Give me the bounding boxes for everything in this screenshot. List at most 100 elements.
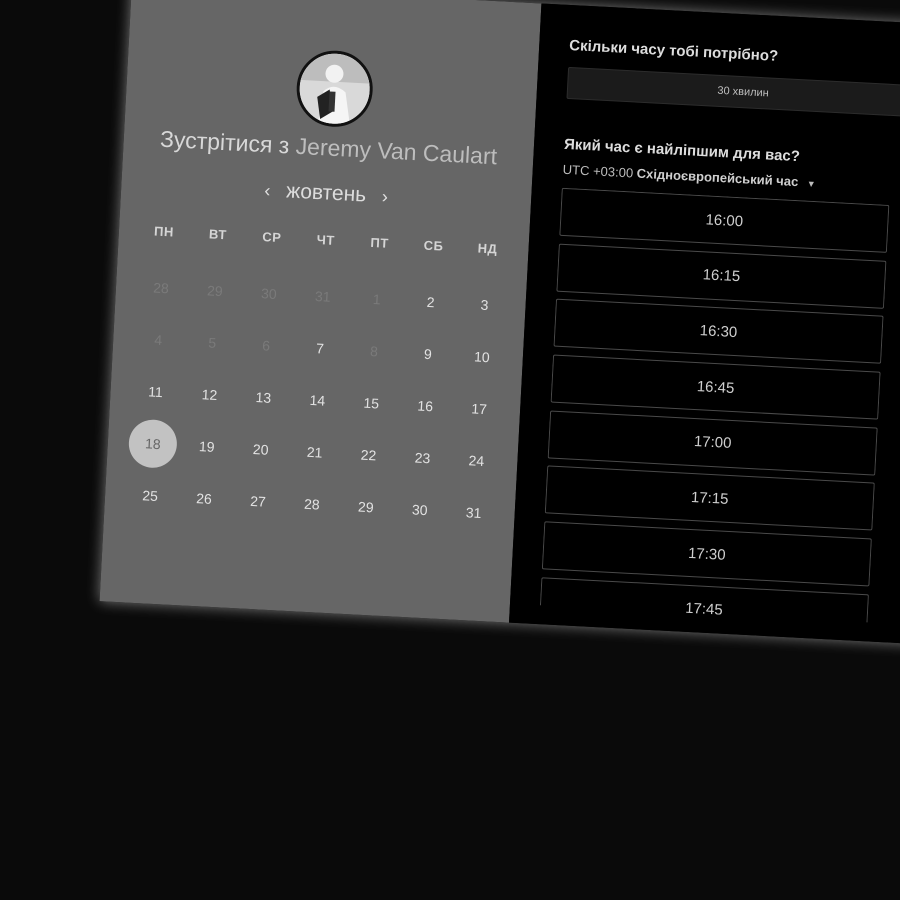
chevron-right-icon[interactable]: › <box>371 186 398 208</box>
timezone-name: Східноєвропейський час <box>636 165 799 190</box>
calendar-day-label: 29 <box>206 282 224 300</box>
calendar-day-label: 28 <box>303 495 321 513</box>
weekday-label: ПТ <box>370 234 390 251</box>
calendar-day-label: 18 <box>127 418 179 469</box>
calendar-day-label: 31 <box>465 504 482 522</box>
calendar-day[interactable]: 31 <box>445 485 502 540</box>
calendar-day-label: 24 <box>468 452 485 470</box>
calendar-day-label: 14 <box>309 391 326 409</box>
calendar-days-grid: 28 29 30 31 1 2 3 4 5 6 7 8 9 10 11 12 13 14 15 16 17 18 19 20 2… <box>122 261 513 540</box>
calendar-day-label: 30 <box>411 501 428 519</box>
calendar-day-label: 31 <box>314 288 331 305</box>
calendar-day-label: 19 <box>198 438 215 455</box>
calendar-day-label: 5 <box>207 334 217 351</box>
time-slot-button[interactable]: 17:30 <box>541 521 872 587</box>
calendar-day[interactable]: 29 <box>338 480 395 535</box>
chevron-left-icon[interactable]: ‹ <box>254 180 281 202</box>
calendar-day-label: 20 <box>252 440 269 458</box>
calendar-day-label: 30 <box>260 285 278 302</box>
calendar-day[interactable]: 23 <box>394 430 451 485</box>
calendar-day[interactable]: 13 <box>235 370 292 425</box>
time-slot-button[interactable]: 17:15 <box>544 465 875 531</box>
calendar-day[interactable]: 24 <box>448 433 505 488</box>
calendar-day[interactable]: 2 <box>402 275 459 330</box>
time-slot-button[interactable]: 17:00 <box>547 410 878 476</box>
calendar-day: 6 <box>238 318 295 373</box>
calendar-day[interactable]: 22 <box>340 428 397 483</box>
calendar-day[interactable]: 14 <box>289 373 346 428</box>
month-label: жовтень <box>285 179 367 207</box>
calendar-day[interactable]: 20 <box>232 422 289 477</box>
calendar-day-label: 27 <box>249 492 267 510</box>
calendar-day: 8 <box>346 324 403 379</box>
calendar-day: 30 <box>241 266 298 321</box>
calendar-day-label: 9 <box>423 345 433 363</box>
calendar-day-label: 6 <box>261 337 271 354</box>
time-slot-button[interactable]: 16:15 <box>556 243 887 309</box>
calendar-day-label: 4 <box>153 331 163 349</box>
calendar-day-label: 21 <box>306 443 323 461</box>
calendar-day-label: 7 <box>315 340 325 357</box>
calendar-day-label: 13 <box>255 389 272 406</box>
calendar-day-label: 26 <box>195 490 213 507</box>
calendar-day[interactable]: 16 <box>397 379 454 434</box>
calendar-day[interactable]: 26 <box>176 471 233 526</box>
weekday-header: ПН ВТ СР ЧТ ПТ СБ НД <box>137 223 515 258</box>
calendar-day: 29 <box>187 263 244 318</box>
calendar-day: 31 <box>294 269 351 324</box>
calendar-day-label: 22 <box>360 446 377 464</box>
calendar-day[interactable]: 27 <box>230 474 287 529</box>
calendar-day[interactable]: 30 <box>391 482 448 537</box>
timezone-selector[interactable]: UTC +03:00 Східноєвропейський час ▼ <box>562 162 816 190</box>
scene: Зустрітися з Jeremy Van Caulart ‹ жовтен… <box>0 0 900 900</box>
calendar-day[interactable]: 28 <box>284 477 341 532</box>
host-avatar <box>294 48 375 129</box>
calendar-day[interactable]: 10 <box>454 329 511 384</box>
calendar-day[interactable]: 3 <box>456 278 513 333</box>
time-question: Який час є найліпшим для вас? <box>563 135 801 166</box>
calendar-day-label: 15 <box>363 394 380 412</box>
time-slot-button[interactable]: 16:30 <box>553 298 884 365</box>
calendar-day-label: 3 <box>480 296 489 314</box>
calendar-day[interactable]: 9 <box>400 327 457 382</box>
calendar-day[interactable]: 7 <box>292 321 349 376</box>
page-title: Зустрітися з Jeremy Van Caulart <box>123 124 534 172</box>
calendar-day[interactable]: 19 <box>178 419 235 474</box>
calendar-day-selected[interactable]: 18 <box>125 416 182 471</box>
avatar-photo <box>297 51 372 126</box>
time-slot-button[interactable]: 16:45 <box>550 354 881 420</box>
calendar-day-label: 16 <box>417 397 434 415</box>
calendar-day[interactable]: 21 <box>286 425 343 480</box>
calendar-day-label: 25 <box>141 487 159 505</box>
weekday-label: НД <box>477 240 498 257</box>
calendar-day: 4 <box>130 312 187 367</box>
calendar-day-label: 23 <box>414 449 431 467</box>
calendar-day-label: 2 <box>426 293 435 311</box>
calendar-day[interactable]: 12 <box>181 367 238 422</box>
time-slot-button[interactable]: 16:00 <box>559 187 890 253</box>
time-slot-list: 16:00 16:15 16:30 16:45 17:00 17:15 17:30 17:45 <box>539 187 890 623</box>
calendar-day-label: 8 <box>369 342 379 360</box>
calendar-day[interactable]: 25 <box>122 468 179 523</box>
weekday-label: СБ <box>423 237 444 254</box>
calendar-day[interactable]: 11 <box>127 364 184 419</box>
calendar-day[interactable]: 17 <box>451 381 508 436</box>
calendar-day[interactable]: 15 <box>343 376 400 431</box>
weekday-label: ЧТ <box>316 232 336 248</box>
calendar-day-label: 28 <box>152 279 170 297</box>
month-navigation: ‹ жовтень › <box>121 171 532 216</box>
calendar-day-label: 29 <box>357 498 375 516</box>
calendar-day: 1 <box>348 272 405 327</box>
calendar-panel: Зустрітися з Jeremy Van Caulart ‹ жовтен… <box>99 0 542 623</box>
calendar-day-label: 12 <box>201 386 218 404</box>
weekday-label: СР <box>261 229 282 246</box>
calendar-day-label: 10 <box>473 348 491 366</box>
calendar-day-label: 1 <box>372 291 382 308</box>
calendar-day: 28 <box>133 261 190 316</box>
duration-select[interactable]: 30 хвилин <box>566 66 900 118</box>
calendar-day-label: 17 <box>470 400 488 418</box>
weekday-label: ВТ <box>208 226 228 243</box>
booking-panel: Скільки часу тобі потрібно? 30 хвилин Як… <box>508 3 900 645</box>
caret-down-icon: ▼ <box>806 178 816 190</box>
duration-question: Скільки часу тобі потрібно? <box>568 36 779 65</box>
